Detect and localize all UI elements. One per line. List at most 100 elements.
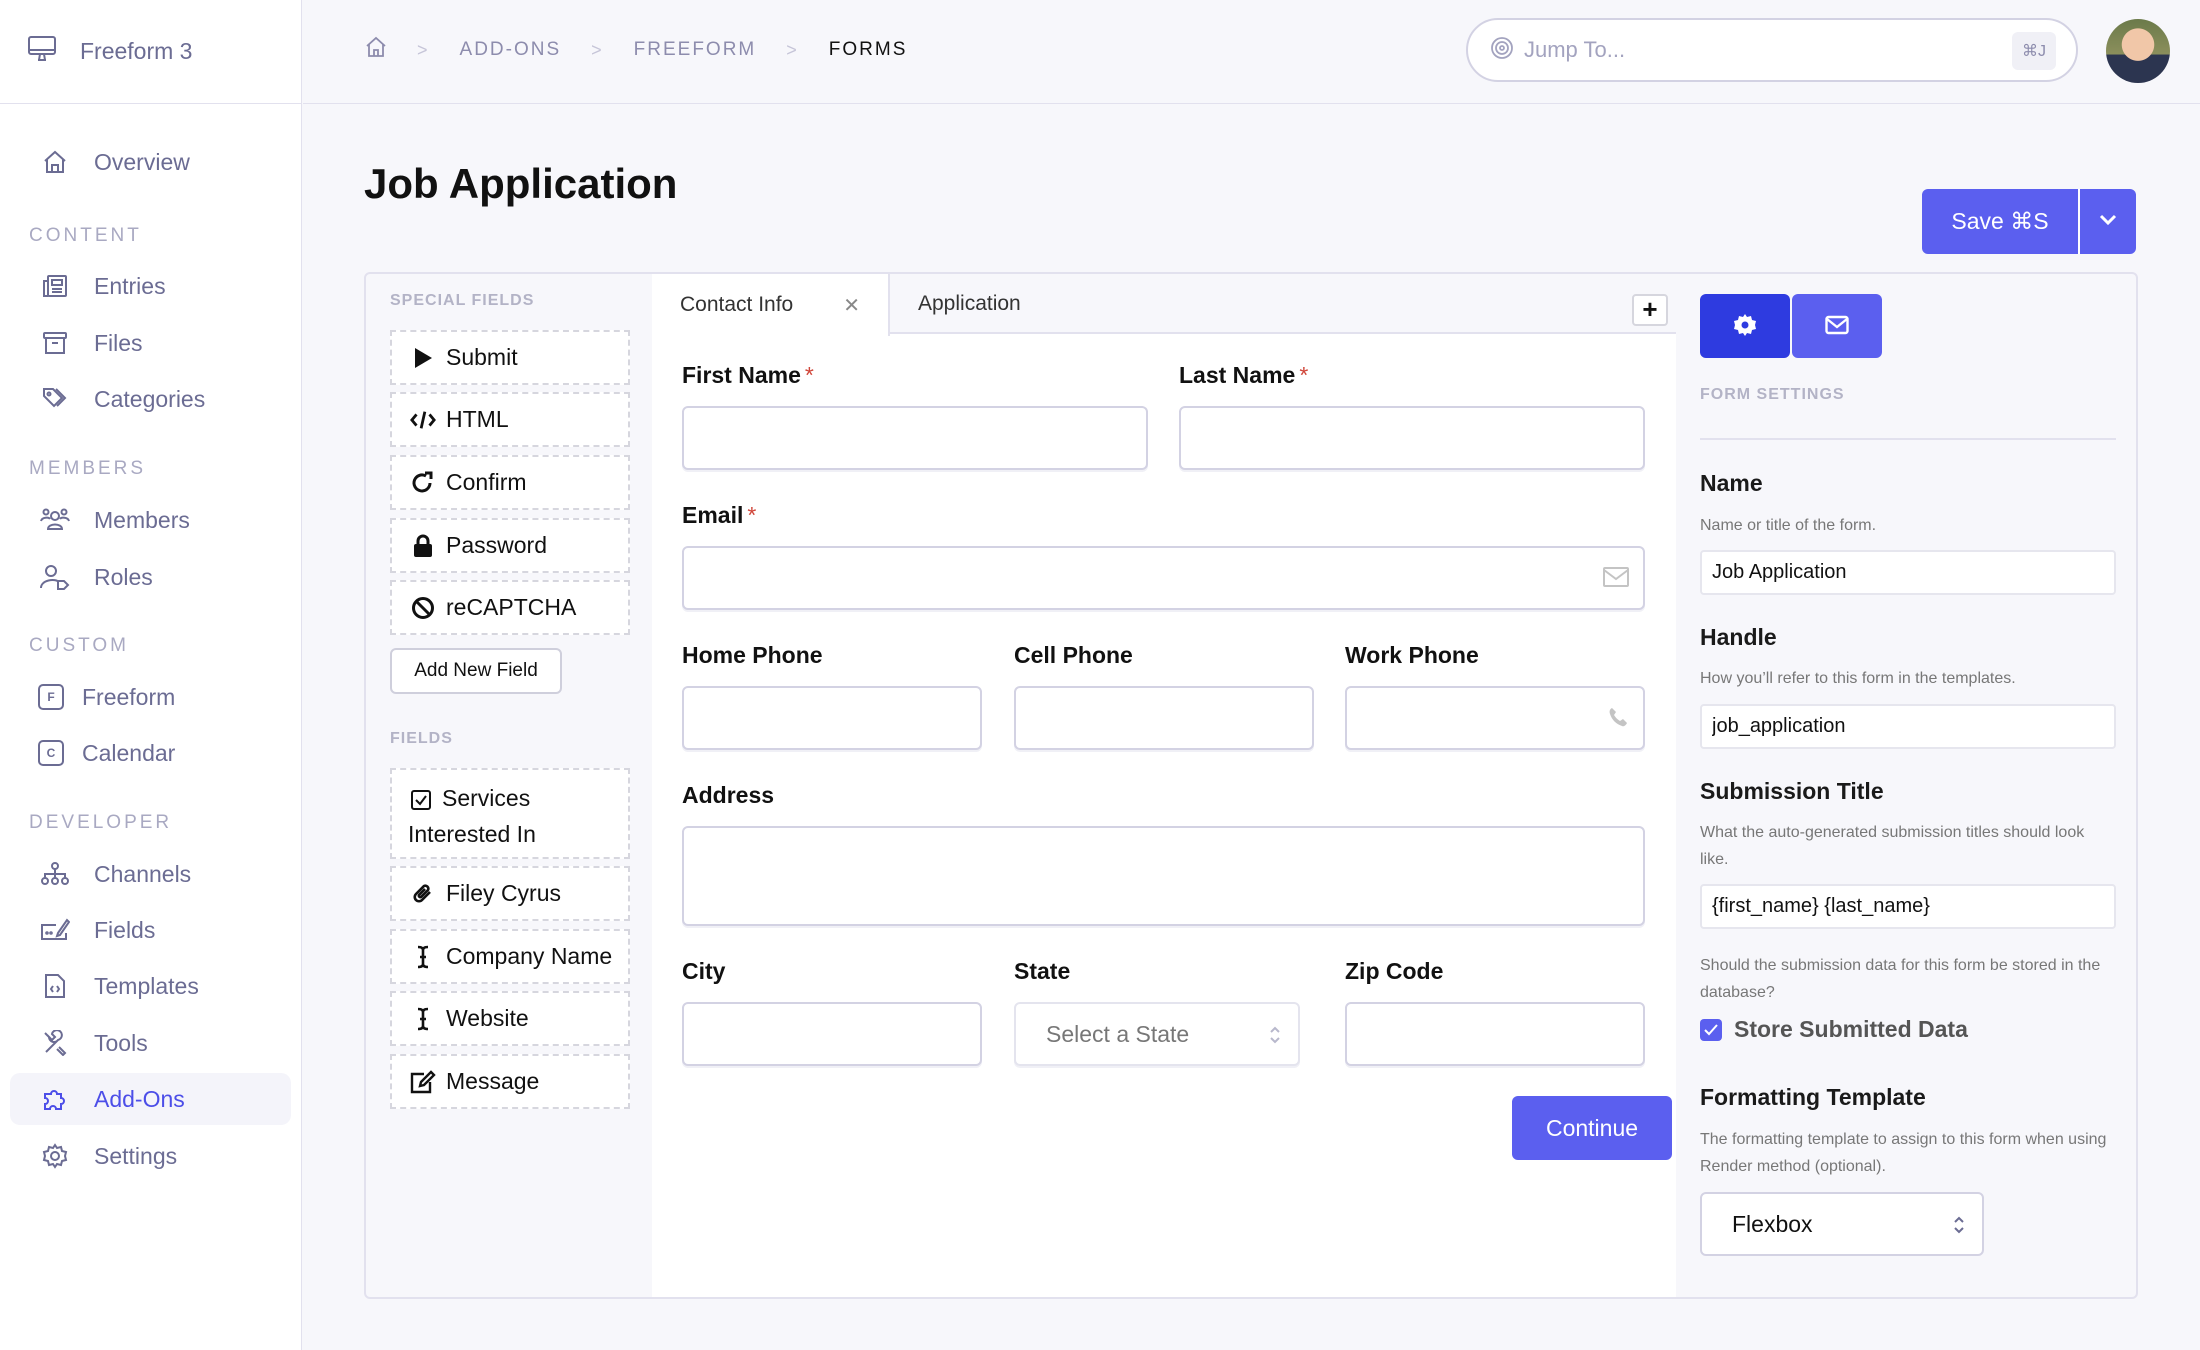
sidebar-item-calendar[interactable]: C Calendar [10, 727, 291, 779]
tools-icon [40, 1028, 70, 1058]
sidebar-item-overview[interactable]: Overview [10, 136, 291, 188]
handle-input[interactable] [1700, 704, 2116, 749]
sidebar-item-label: Calendar [82, 739, 176, 766]
sidebar-item-tools[interactable]: Tools [10, 1017, 291, 1069]
brand[interactable]: Freeform 3 [0, 0, 301, 104]
nav-group-content: CONTENT [29, 225, 142, 246]
tab-label: Application [918, 292, 1021, 315]
first-name-input[interactable] [682, 406, 1148, 470]
file-code-icon [40, 971, 70, 1001]
field-edit-icon [40, 915, 70, 945]
user-tag-icon [40, 562, 70, 592]
sidebar-item-fields[interactable]: Fields [10, 904, 291, 956]
letter-c-icon: C [38, 740, 64, 766]
sidebar-item-label: Files [94, 329, 143, 356]
settings-tab-notifications[interactable] [1792, 294, 1882, 358]
sidebar-item-categories[interactable]: Categories [10, 373, 291, 425]
required-marker: * [747, 502, 757, 528]
name-label: Name [1700, 470, 1763, 496]
formatting-template-label: Formatting Template [1700, 1084, 1926, 1110]
sidebar-item-entries[interactable]: Entries [10, 260, 291, 312]
submission-title-label: Submission Title [1700, 778, 1884, 804]
checkbox-checked-icon [1700, 1018, 1722, 1041]
address-input[interactable] [682, 826, 1645, 926]
lock-icon [410, 534, 436, 558]
sidebar-item-roles[interactable]: Roles [10, 551, 291, 603]
continue-button[interactable]: Continue [1512, 1096, 1672, 1160]
sitemap-icon [40, 859, 70, 889]
required-marker: * [804, 362, 814, 388]
zip-code-label: Zip Code [1345, 958, 1444, 984]
add-new-field-button[interactable]: Add New Field [390, 648, 562, 694]
form-canvas: Contact Info ✕ Application + First Name *… [652, 274, 1676, 1297]
gear-icon [40, 1141, 70, 1171]
sidebar-item-files[interactable]: Files [10, 317, 291, 369]
palette-item-filey-cyrus[interactable]: Filey Cyrus [390, 866, 630, 921]
palette-item-recaptcha[interactable]: reCAPTCHA [390, 580, 630, 635]
cell-phone-input[interactable] [1014, 686, 1314, 750]
breadcrumb-separator: > [591, 39, 604, 60]
settings-tab-form[interactable] [1700, 294, 1790, 358]
avatar[interactable] [2106, 19, 2170, 83]
sidebar-item-label: Tools [94, 1029, 148, 1056]
ban-icon [410, 596, 436, 620]
sidebar-item-members[interactable]: Members [10, 494, 291, 546]
zip-code-input[interactable] [1345, 1002, 1645, 1066]
last-name-input[interactable] [1179, 406, 1645, 470]
add-page-button[interactable]: + [1632, 294, 1668, 326]
submission-title-input[interactable] [1700, 884, 2116, 929]
newspaper-icon [40, 271, 70, 301]
text-cursor-icon [410, 1007, 436, 1031]
first-name-label: First Name * [682, 362, 814, 388]
sidebar-item-label: Roles [94, 563, 153, 590]
email-label: Email * [682, 502, 757, 528]
sidebar-item-label: Fields [94, 916, 156, 943]
breadcrumb-add-ons[interactable]: ADD-ONS [460, 39, 562, 61]
palette-item-submit[interactable]: Submit [390, 330, 630, 385]
code-icon [410, 409, 436, 431]
tab-contact-info[interactable]: Contact Info ✕ [652, 274, 890, 336]
palette-item-password[interactable]: Password [390, 518, 630, 573]
play-icon [410, 347, 436, 369]
form-settings-heading: FORM SETTINGS [1700, 386, 1845, 403]
formatting-template-select[interactable]: Flexbox [1700, 1192, 1984, 1256]
palette-item-confirm[interactable]: Confirm [390, 455, 630, 510]
cell-phone-label: Cell Phone [1014, 642, 1133, 668]
sidebar-item-freeform[interactable]: F Freeform [10, 671, 291, 723]
jump-to-placeholder: Jump To... [1524, 37, 1626, 62]
name-input[interactable] [1700, 550, 2116, 595]
save-button[interactable]: Save ⌘S [1922, 189, 2078, 254]
handle-label: Handle [1700, 624, 1777, 650]
paperclip-icon [410, 883, 436, 905]
home-icon[interactable] [365, 36, 387, 64]
page-title: Job Application [364, 160, 678, 207]
home-phone-input[interactable] [682, 686, 982, 750]
tab-label: Contact Info [680, 293, 794, 316]
palette-item-html[interactable]: HTML [390, 392, 630, 447]
palette-item-message[interactable]: Message [390, 1054, 630, 1109]
state-select[interactable]: Select a State [1014, 1002, 1300, 1066]
close-icon[interactable]: ✕ [843, 293, 860, 318]
store-data-help: Should the submission data for this form… [1700, 957, 2101, 1001]
sidebar-item-channels[interactable]: Channels [10, 848, 291, 900]
sidebar-item-add-ons[interactable]: Add-Ons [10, 1073, 291, 1125]
formatting-template-value: Flexbox [1732, 1210, 1813, 1237]
jump-to-search[interactable]: Jump To... ⌘J [1466, 18, 2078, 82]
sidebar-item-settings[interactable]: Settings [10, 1130, 291, 1182]
work-phone-input[interactable] [1345, 686, 1645, 750]
tab-application[interactable]: Application [918, 274, 1021, 334]
store-submitted-data-checkbox[interactable]: Store Submitted Data [1700, 1016, 1968, 1043]
save-options-button[interactable] [2078, 189, 2136, 254]
sidebar-item-templates[interactable]: Templates [10, 960, 291, 1012]
city-input[interactable] [682, 1002, 982, 1066]
form-settings-panel: FORM SETTINGS Name Name or title of the … [1676, 274, 2138, 1297]
palette-item-label: Company Name [446, 943, 613, 969]
palette-item-services-interested-in[interactable]: Services Interested In [390, 768, 630, 859]
breadcrumb-freeform[interactable]: FREEFORM [634, 39, 757, 61]
palette-item-company-name[interactable]: Company Name [390, 929, 630, 984]
special-fields-heading: SPECIAL FIELDS [390, 292, 535, 309]
palette-item-website[interactable]: Website [390, 991, 630, 1046]
email-input[interactable] [682, 546, 1645, 610]
redo-icon [410, 471, 436, 495]
palette-item-label: Password [446, 532, 547, 558]
